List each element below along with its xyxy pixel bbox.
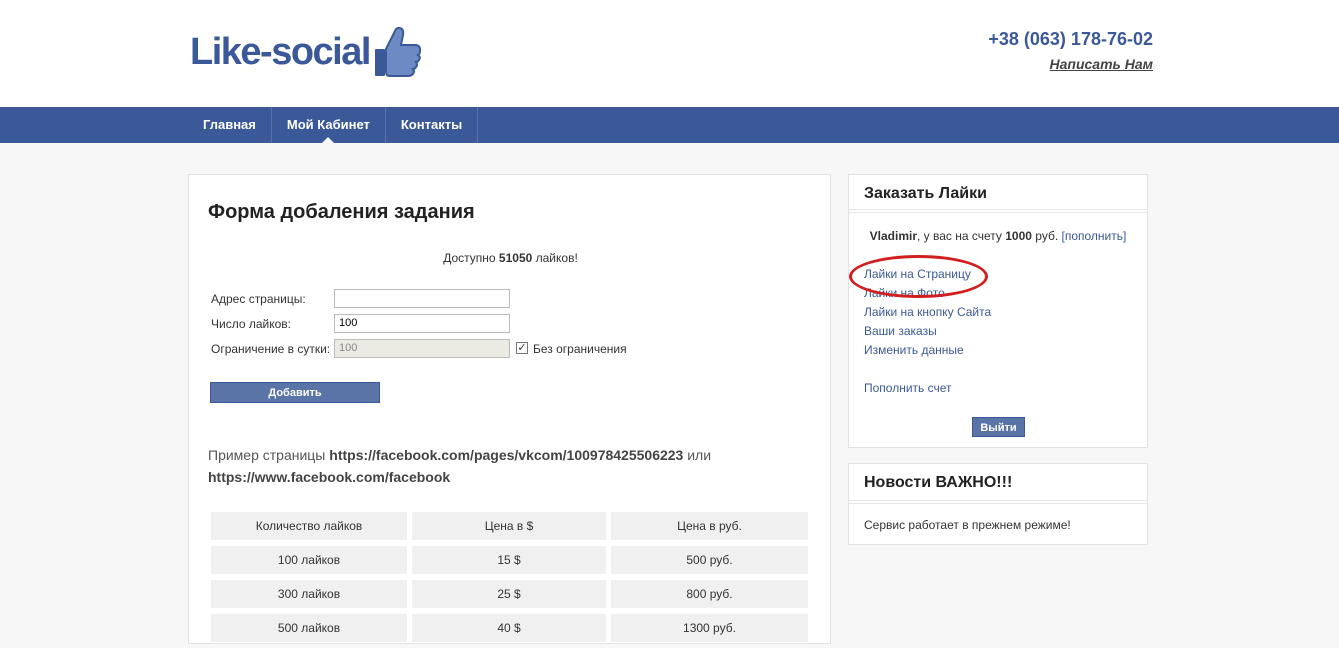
table-cell: 500 руб. (611, 546, 808, 574)
example-url-1: https://facebook.com/pages/vkcom/1009784… (329, 447, 684, 463)
table-header-row: Количество лайков Цена в $ Цена в руб. (211, 512, 808, 546)
sidebar-link-my-orders[interactable]: Ваши заказы (864, 324, 937, 338)
table-row: 300 лайков 25 $ 800 руб. (211, 580, 808, 614)
order-likes-title: Заказать Лайки (864, 185, 987, 202)
address-label: Адрес страницы: (211, 292, 306, 306)
daily-limit-label: Ограничение в сутки: (211, 342, 331, 356)
news-text: Сервис работает в прежнем режиме! (864, 518, 1071, 532)
table-header: Количество лайков (211, 512, 407, 540)
sidebar-link-edit-profile[interactable]: Изменить данные (864, 343, 964, 357)
task-form-panel: Форма добаления задания Доступно 51050 л… (188, 174, 831, 644)
add-button[interactable]: Добавить (210, 382, 380, 403)
likes-count-input[interactable] (334, 314, 510, 333)
logo-text: Like-social (190, 31, 371, 73)
page-title: Форма добаления задания (208, 201, 475, 223)
table-header: Цена в руб. (611, 512, 808, 540)
daily-limit-input[interactable] (334, 339, 510, 358)
phone-number: +38 (063) 178-76-02 (988, 29, 1153, 49)
logout-button[interactable]: Выйти (972, 417, 1025, 437)
logo[interactable]: Like-social (190, 24, 422, 80)
write-us-link[interactable]: Написать Нам (1050, 56, 1153, 72)
table-cell: 1300 руб. (611, 614, 808, 642)
nav-item-contacts[interactable]: Контакты (386, 107, 479, 143)
likes-label: Число лайков: (211, 317, 291, 331)
nav-item-home[interactable]: Главная (188, 107, 272, 143)
table-row: 500 лайков 40 $ 1300 руб. (211, 614, 808, 648)
table-header: Цена в $ (412, 512, 606, 540)
no-limit-checkbox[interactable]: ✓ (516, 342, 528, 354)
sidebar-link-fund-account[interactable]: Пополнить счет (864, 381, 952, 395)
table-cell: 15 $ (412, 546, 606, 574)
topup-link[interactable]: [пополнить] (1062, 229, 1127, 243)
divider (849, 500, 1147, 504)
nav-item-cabinet[interactable]: Мой Кабинет (272, 107, 386, 143)
address-input[interactable] (334, 289, 510, 308)
news-title: Новости ВАЖНО!!! (864, 474, 1013, 491)
available-likes: Доступно 51050 лайков! (443, 251, 578, 265)
table-row: 100 лайков 15 $ 500 руб. (211, 546, 808, 580)
table-cell: 500 лайков (211, 614, 407, 642)
table-cell: 800 руб. (611, 580, 808, 608)
order-likes-panel: Заказать Лайки Vladimir, у вас на счету … (848, 174, 1148, 448)
balance-info: Vladimir, у вас на счету 1000 руб. [попо… (869, 229, 1127, 243)
highlight-circle (849, 255, 988, 298)
available-count: 51050 (498, 251, 533, 265)
table-cell: 40 $ (412, 614, 606, 642)
thumbs-up-icon (374, 26, 422, 77)
news-panel: Новости ВАЖНО!!! Сервис работает в прежн… (848, 463, 1148, 545)
main-nav: Главная Мой Кабинет Контакты (0, 107, 1339, 143)
price-table: Количество лайков Цена в $ Цена в руб. 1… (211, 512, 808, 648)
site-header: Like-social +38 (063) 178-76-02 Написать… (0, 0, 1339, 107)
example-url-2: https://www.facebook.com/facebook (208, 469, 451, 485)
no-limit-label: Без ограничения (533, 342, 627, 356)
sidebar-link-site-button-likes[interactable]: Лайки на кнопку Сайта (864, 305, 991, 319)
table-cell: 300 лайков (211, 580, 407, 608)
table-cell: 25 $ (412, 580, 606, 608)
example-text: Пример страницы https://facebook.com/pag… (208, 447, 712, 485)
divider (849, 209, 1147, 213)
table-cell: 100 лайков (211, 546, 407, 574)
user-name: Vladimir (869, 229, 917, 243)
balance-amount: 1000 (1005, 229, 1032, 243)
